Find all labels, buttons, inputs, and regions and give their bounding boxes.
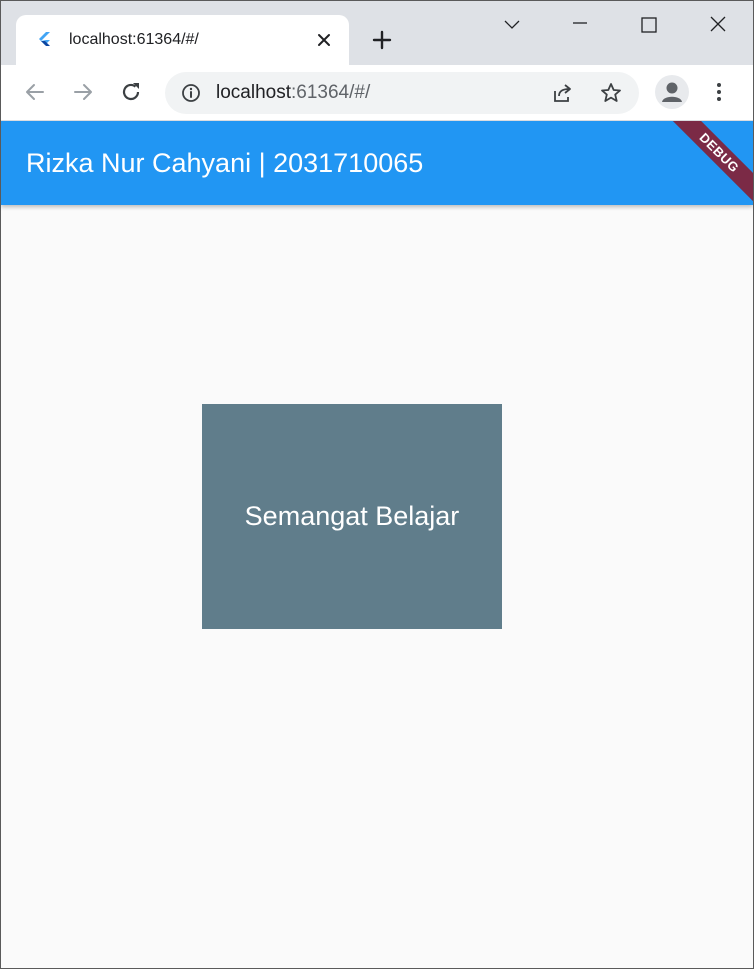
motivation-card: Semangat Belajar (202, 404, 502, 629)
star-icon[interactable] (599, 81, 623, 105)
arrow-left-icon[interactable] (23, 80, 47, 104)
app-viewport: Rizka Nur Cahyani | 2031710065 DEBUG Sem… (1, 121, 753, 968)
avatar[interactable] (655, 75, 689, 109)
close-icon[interactable] (314, 30, 334, 50)
page-title: Rizka Nur Cahyani | 2031710065 (26, 148, 424, 178)
browser-tab[interactable]: localhost:61364/#/ (16, 15, 349, 65)
info-icon[interactable] (181, 83, 201, 103)
address-bar[interactable]: localhost:61364/#/ (165, 72, 639, 114)
tab-title: localhost:61364/#/ (69, 31, 199, 48)
card-text: Semangat Belajar (244, 501, 460, 531)
chevron-down-icon[interactable] (500, 13, 524, 37)
maximize-icon[interactable] (637, 13, 661, 37)
tab-strip: localhost:61364/#/ (1, 1, 753, 65)
share-icon[interactable] (551, 81, 575, 105)
url-host: localhost (216, 82, 291, 103)
browser-window: localhost:61364/#/ localhost:61364/#/ Ri… (0, 0, 754, 969)
window-close-icon[interactable] (706, 13, 730, 37)
flutter-logo-icon (39, 32, 50, 46)
url-path: :61364/#/ (291, 82, 371, 103)
kebab-menu-icon[interactable] (707, 80, 731, 104)
browser-toolbar: localhost:61364/#/ (1, 65, 753, 121)
plus-icon[interactable] (371, 29, 393, 51)
avatar-icon (662, 82, 682, 102)
app-bar: Rizka Nur Cahyani | 2031710065 DEBUG (1, 121, 753, 210)
debug-banner: DEBUG (662, 121, 753, 210)
arrow-right-icon[interactable] (71, 80, 95, 104)
minimize-icon[interactable] (568, 13, 592, 37)
url-text[interactable]: localhost:61364/#/ (216, 82, 370, 104)
reload-icon[interactable] (119, 80, 143, 104)
